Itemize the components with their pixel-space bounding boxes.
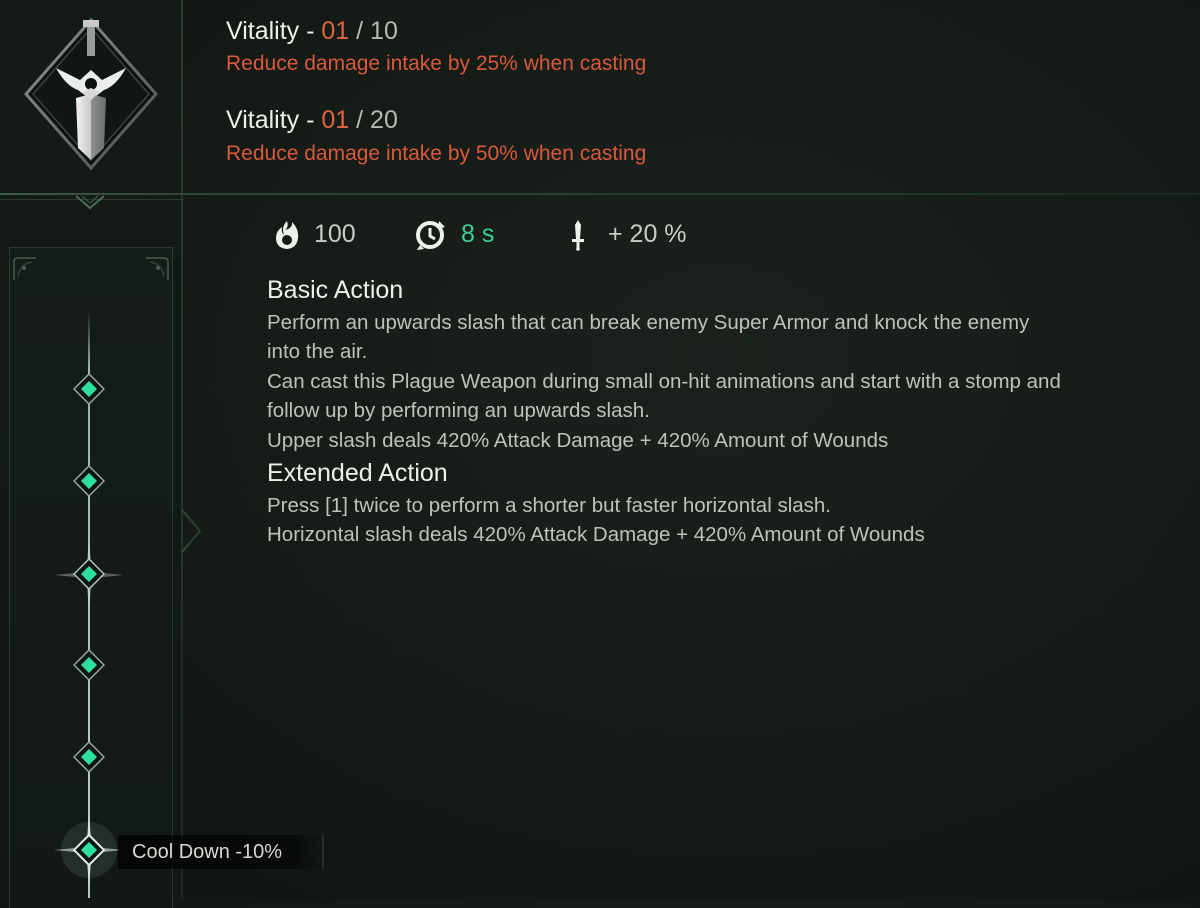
desc-line: follow up by performing an upwards slash… [267, 399, 650, 422]
skill-node[interactable] [73, 741, 105, 773]
vitality-label: Vitality - [226, 106, 322, 134]
vitality-label: Vitality - [226, 17, 322, 45]
vitality-title-2: Vitality - 01 / 20 [226, 106, 398, 135]
vitality-desc-1: Reduce damage intake by 25% when casting [226, 52, 647, 75]
skill-node[interactable] [73, 649, 105, 681]
skill-node[interactable] [73, 373, 105, 405]
skill-node[interactable] [73, 465, 105, 497]
cooldown-clock-icon [416, 221, 445, 250]
extended-action-title: Extended Action [267, 459, 448, 487]
vitality-max: / 20 [349, 106, 398, 134]
greatsword-icon[interactable] [20, 14, 162, 174]
flame-icon [276, 221, 299, 249]
ornament-corner-icon [13, 257, 36, 280]
desc-line: Perform an upwards slash that can break … [267, 311, 1030, 334]
ornament-corner-icon [146, 257, 169, 280]
cost-value: 100 [314, 220, 356, 248]
vitality-current: 01 [321, 106, 350, 134]
cooldown-value: 8 s [461, 220, 495, 248]
node-label: Cool Down -10% [132, 841, 283, 863]
desc-line: into the air. [267, 340, 368, 363]
skill-node[interactable] [73, 558, 105, 590]
vitality-title-1: Vitality - 01 / 10 [226, 17, 398, 46]
vitality-desc-2: Reduce damage intake by 50% when casting [226, 142, 647, 165]
bonus-value: + 20 % [608, 220, 687, 248]
chevron-right-icon [181, 509, 202, 553]
header-divider [0, 193, 1200, 195]
chevron-down-icon [75, 195, 105, 210]
skill-node-selected[interactable] [73, 834, 105, 866]
dagger-icon [572, 220, 584, 251]
desc-line: Can cast this Plague Weapon during small… [267, 370, 1061, 393]
desc-line: Horizontal slash deals 420% Attack Damag… [267, 523, 925, 546]
vitality-max: / 10 [349, 17, 398, 45]
vitality-current: 01 [321, 17, 350, 45]
basic-action-title: Basic Action [267, 276, 404, 304]
desc-line: Press [1] twice to perform a shorter but… [267, 494, 831, 517]
column-divider [181, 0, 183, 898]
desc-line: Upper slash deals 420% Attack Damage + 4… [267, 429, 889, 452]
